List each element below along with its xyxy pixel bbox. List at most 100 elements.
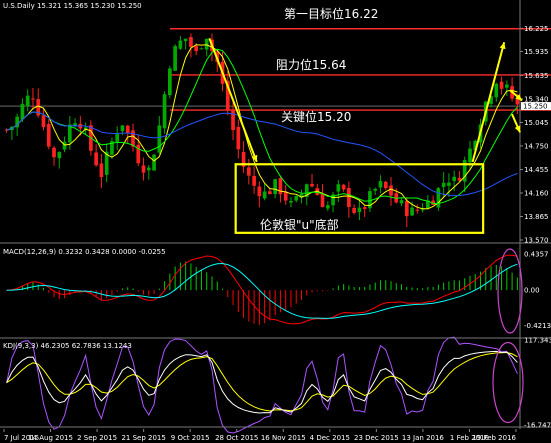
candle-body [452, 176, 457, 181]
main-header: U.S.Daily 15.321 15.365 15.230 15.250 [3, 2, 142, 10]
candle-body [94, 152, 98, 166]
candle-body [189, 37, 193, 47]
kdj-header: KDJ(9,3,3) 46.2305 62.7836 13.1243 [3, 342, 132, 350]
candle-body [262, 191, 267, 199]
x-tick-label: 23 Dec 2015 [354, 434, 399, 442]
candle-body [162, 94, 167, 129]
macd-ellipse [497, 248, 523, 334]
candle-body [125, 125, 130, 133]
candle-body [310, 183, 314, 187]
candle-body [389, 185, 393, 196]
candle-body [246, 167, 251, 176]
candle-body [131, 130, 135, 147]
candle-body [294, 196, 299, 201]
x-tick-label: 21 Sep 2015 [121, 434, 165, 442]
candle-body [325, 205, 330, 209]
candle-body [341, 184, 346, 190]
candle-body [378, 181, 383, 188]
candle-body [278, 178, 283, 195]
candle-body [436, 188, 441, 208]
candle-body [347, 187, 351, 207]
candle-body [31, 98, 35, 100]
candle-body [257, 186, 262, 197]
candle-body [441, 182, 446, 187]
x-tick-label: 9 Oct 2015 [171, 434, 210, 442]
candle-body [273, 179, 278, 194]
target-level-label: 第一目标位16.22 [284, 7, 379, 21]
candle-body [404, 201, 409, 217]
candle-body [173, 46, 177, 71]
macd-tick-label: -0.4213 [524, 322, 551, 330]
candle-body [499, 81, 504, 89]
candle-body [468, 148, 472, 163]
candle-body [57, 152, 62, 159]
annotation-layer [208, 37, 524, 424]
kdj-j-line [6, 336, 518, 434]
candle-body [515, 99, 520, 105]
time-axis: 7 Jul 201514 Aug 2015 2 Sep 2015 21 Sep 20… [3, 429, 517, 442]
candle-body [231, 109, 235, 131]
candle-body [141, 165, 146, 173]
candle-body [25, 95, 30, 106]
candle-body [62, 141, 67, 150]
x-tick-label: 4 Dec 2015 [310, 434, 350, 442]
candle-body [146, 167, 151, 171]
y-tick-label: 16.225 [524, 25, 549, 33]
macd-tick-label: 0.00 [524, 287, 540, 295]
candle-body [336, 184, 341, 192]
candle-body [52, 147, 56, 158]
up-arrow [471, 42, 506, 163]
kdj-tick-label: 117.3432 [524, 336, 551, 344]
candle-body [283, 191, 288, 201]
candle-body [152, 154, 156, 171]
candle-body [20, 103, 25, 120]
x-tick-label: 16 Nov 2015 [261, 434, 306, 442]
candle-body [204, 38, 209, 50]
y-tick-label: 13.865 [524, 213, 549, 221]
x-tick-label: 14 Aug 2015 [28, 434, 73, 442]
candle-body [168, 68, 172, 96]
x-tick-label: 19 Feb 2016 [472, 434, 516, 442]
x-tick-label: 13 Jan 2016 [402, 434, 445, 442]
candle-body [415, 209, 420, 211]
candle-body [157, 125, 162, 153]
candle-body [183, 38, 188, 42]
kdj-tick-label: -16.7476 [524, 421, 551, 429]
candle-body [199, 48, 204, 50]
ma-fast-line [6, 44, 518, 210]
y-tick-label: 15.045 [524, 119, 549, 127]
candle-body [447, 182, 451, 186]
candle-body [99, 163, 104, 178]
candle-body [357, 207, 362, 213]
y-tick-label: 15.635 [524, 72, 549, 80]
y-tick-label: 14.160 [524, 189, 549, 197]
macd-header: MACD(12,26,9) 0.3232 0.3428 0.0000 -0.02… [3, 248, 166, 256]
candle-body [268, 191, 272, 195]
candle-body [289, 200, 293, 203]
kdj-pane [6, 336, 518, 434]
candle-body [120, 125, 125, 132]
macd-pane [6, 254, 518, 325]
candle-body [252, 175, 256, 186]
candle-body [178, 40, 183, 49]
macd-signal-line [6, 262, 518, 319]
candle-body [399, 200, 404, 204]
candle-body [383, 181, 388, 189]
candle-body [373, 188, 378, 191]
y-tick-label: 14.750 [524, 142, 549, 150]
candle-body [504, 84, 509, 88]
candle-body [320, 193, 325, 208]
y-tick-label: 15.935 [524, 48, 549, 56]
candle-body [352, 207, 356, 213]
u-bottom-label: 伦敦银"u"底部 [260, 218, 339, 232]
candle-body [494, 83, 499, 98]
resistance-level-label: 阻力位15.64 [276, 58, 347, 72]
candle-body [410, 207, 414, 216]
candle-body [46, 124, 51, 147]
macd-tick-label: 0.4357 [524, 250, 549, 258]
y-tick-label: 14.455 [524, 166, 549, 174]
x-tick-label: 2 Sep 2015 [77, 434, 117, 442]
current-price-label: 15.250 [523, 103, 548, 111]
candle-body [41, 115, 46, 128]
key-level-label: 关键位15.20 [281, 110, 352, 124]
